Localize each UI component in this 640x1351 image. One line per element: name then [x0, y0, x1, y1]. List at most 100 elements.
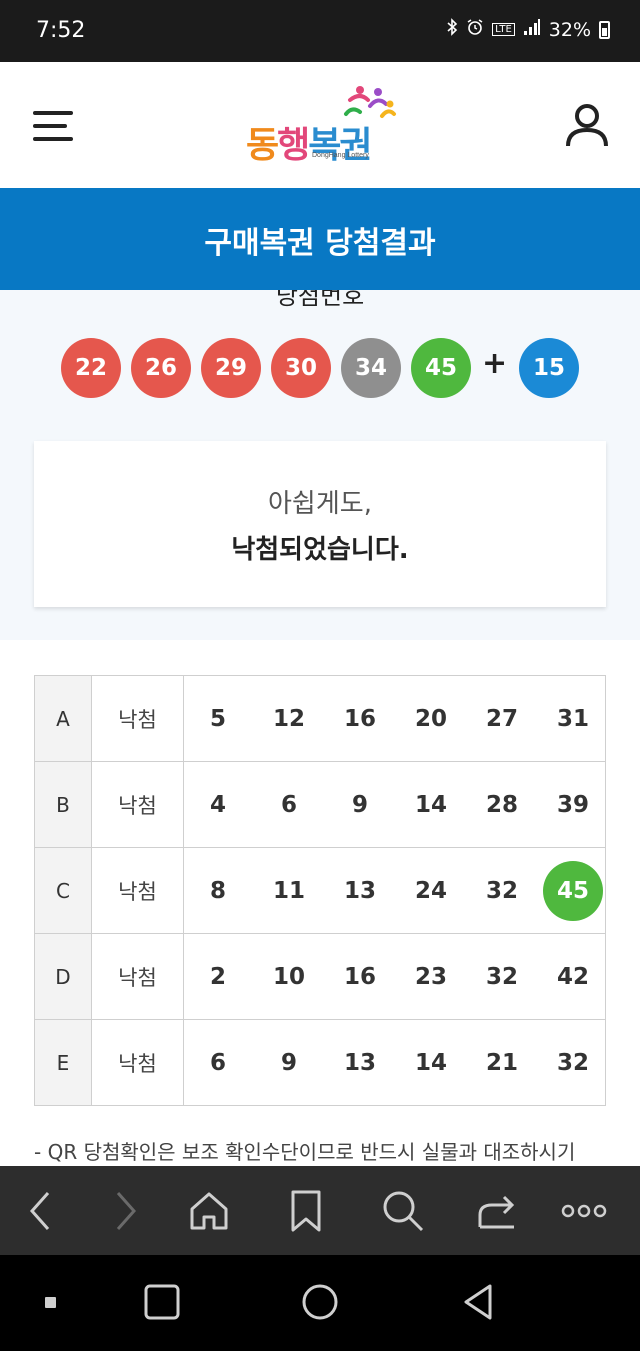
browser-toolbar: [0, 1166, 640, 1255]
ticket-number-value: 9: [351, 792, 368, 818]
winning-number-ball: 26: [131, 338, 191, 398]
ticket-status: 낙첨: [91, 761, 184, 848]
ticket-number-value: 8: [209, 878, 226, 904]
ticket-number: 27: [472, 676, 532, 762]
ticket-number: 12: [259, 676, 319, 762]
ticket-number: 20: [401, 676, 461, 762]
recent-apps-icon[interactable]: [137, 1277, 187, 1327]
ticket-label: A: [34, 675, 92, 762]
ticket-number-value: 27: [485, 706, 518, 732]
ticket-row: D 낙첨 2 10 16 23 32 42: [34, 933, 606, 1020]
ticket-numbers: 6 9 13 14 21 32: [183, 1019, 606, 1106]
ticket-number-value: 23: [414, 964, 447, 990]
ticket-status: 낙첨: [91, 933, 184, 1020]
ticket-number-value: 14: [414, 1050, 447, 1076]
ticket-number: 4: [188, 762, 248, 848]
ticket-number: 23: [401, 934, 461, 1020]
ticket-number-value: 10: [272, 964, 305, 990]
ticket-number: 32: [543, 1020, 603, 1106]
ticket-label: E: [34, 1019, 92, 1106]
forward-icon[interactable]: [100, 1186, 150, 1236]
bonus-ball: 15: [519, 338, 579, 398]
qr-notice-text: - QR 당첨확인은 보조 확인수단이므로 반드시 실물과 대조하시기: [34, 1140, 576, 1164]
back-button-icon[interactable]: [453, 1277, 503, 1327]
ticket-number: 11: [259, 848, 319, 934]
search-icon[interactable]: [378, 1186, 428, 1236]
alarm-icon: [466, 18, 484, 41]
ticket-number: 6: [188, 1020, 248, 1106]
ticket-number-value: 5: [209, 706, 226, 732]
ticket-row: B 낙첨 4 6 9 14 28 39: [34, 761, 606, 848]
ticket-number: 9: [330, 762, 390, 848]
ticket-number: 24: [401, 848, 461, 934]
home-icon[interactable]: [184, 1186, 234, 1236]
ticket-numbers: 8 11 13 24 32 45: [183, 847, 606, 934]
navigation-dot-icon: [25, 1277, 75, 1327]
ticket-number: 13: [330, 1020, 390, 1106]
matched-number: 45: [543, 848, 603, 934]
ticket-number-value: 6: [280, 792, 297, 818]
ticket-number: 42: [543, 934, 603, 1020]
ticket-number: 16: [330, 934, 390, 1020]
donghang-logo[interactable]: 동행복권 DongHang Lottery: [244, 82, 404, 168]
winning-number-ball: 34: [341, 338, 401, 398]
ticket-number: 21: [472, 1020, 532, 1106]
ticket-row: A 낙첨 5 12 16 20 27 31: [34, 675, 606, 762]
winning-numbers-section: 당첨번호 22 26 29 30 34 45 + 15 아쉽게도, 낙첨되었습니다.: [0, 290, 640, 640]
result-message-line2: 낙첨되었습니다.: [231, 535, 409, 565]
ticket-number-value: 32: [556, 1050, 589, 1076]
result-card: 아쉽게도, 낙첨되었습니다.: [34, 441, 606, 607]
ticket-number: 14: [401, 1020, 461, 1106]
ticket-status: 낙첨: [91, 675, 184, 762]
ticket-number-value: 32: [485, 878, 518, 904]
ticket-number-value: 28: [485, 792, 518, 818]
ticket-number-value: 31: [556, 706, 589, 732]
ticket-table: A 낙첨 5 12 16 20 27 31 B 낙첨 4 6 9 14 28 39 C 낙첨 8 11 13 24 32 45…: [34, 675, 606, 1106]
ticket-number: 39: [543, 762, 603, 848]
ticket-number-value: 12: [272, 706, 305, 732]
more-icon[interactable]: [559, 1186, 609, 1236]
status-time: 7:52: [36, 18, 86, 43]
ticket-number-value: 2: [209, 964, 226, 990]
ticket-number-value: 16: [343, 964, 376, 990]
ticket-number: 6: [259, 762, 319, 848]
ticket-number: 28: [472, 762, 532, 848]
back-icon[interactable]: [16, 1186, 66, 1236]
ticket-number: 5: [188, 676, 248, 762]
page-title-bar: 구매복권 당첨결과: [0, 188, 640, 290]
ticket-number-value: 13: [343, 878, 376, 904]
status-icons: LTE 32%: [446, 18, 610, 41]
bookmark-icon[interactable]: [281, 1186, 331, 1236]
menu-icon[interactable]: [33, 111, 73, 141]
ticket-number-value: 14: [414, 792, 447, 818]
ticket-number-value: 20: [414, 706, 447, 732]
share-icon[interactable]: [472, 1186, 522, 1236]
user-icon[interactable]: [564, 102, 610, 148]
bonus-plus: +: [482, 346, 508, 381]
ticket-number-value: 4: [209, 792, 226, 818]
ticket-numbers: 5 12 16 20 27 31: [183, 675, 606, 762]
ticket-number: 2: [188, 934, 248, 1020]
status-bar: 7:52 LTE 32%: [0, 0, 640, 62]
ticket-number-value: 11: [272, 878, 305, 904]
winning-number-ball: 45: [411, 338, 471, 398]
winning-number-ball: 30: [271, 338, 331, 398]
result-message-line1: 아쉽게도,: [268, 489, 372, 519]
logo-subtitle: DongHang Lottery: [312, 152, 369, 159]
ticket-number: 32: [472, 848, 532, 934]
ticket-number: 32: [472, 934, 532, 1020]
page-title: 구매복권 당첨결과: [204, 226, 436, 261]
ticket-number-value: 32: [485, 964, 518, 990]
ticket-number: 9: [259, 1020, 319, 1106]
ticket-number-value: 21: [485, 1050, 518, 1076]
network-type-icon: LTE: [492, 23, 515, 36]
home-button-icon[interactable]: [295, 1277, 345, 1327]
ticket-status: 낙첨: [91, 1019, 184, 1106]
ticket-number: 31: [543, 676, 603, 762]
system-navigation-bar: [0, 1255, 640, 1351]
ticket-number: 10: [259, 934, 319, 1020]
ticket-label: B: [34, 761, 92, 848]
signal-icon: [523, 18, 541, 41]
ticket-number-value: 39: [556, 792, 589, 818]
bluetooth-icon: [446, 18, 458, 41]
